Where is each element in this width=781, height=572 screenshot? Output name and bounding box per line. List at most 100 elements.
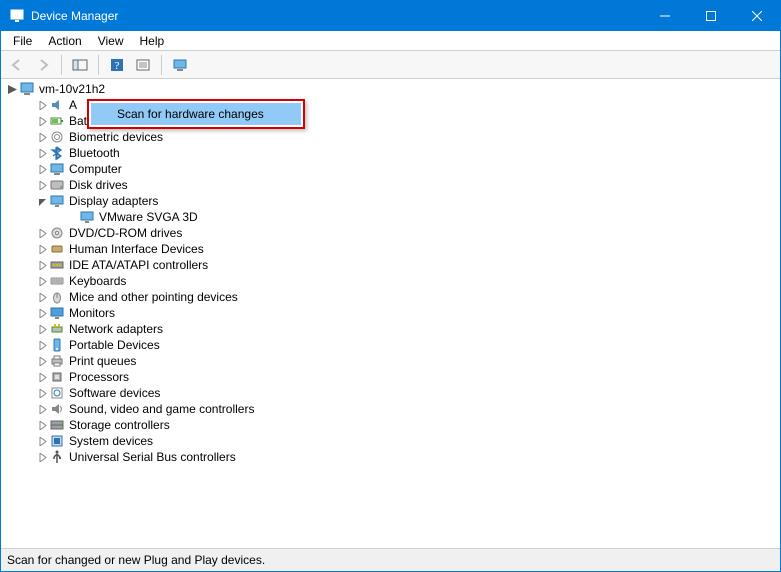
minimize-button[interactable]	[642, 1, 688, 31]
help-button[interactable]: ?	[105, 53, 129, 77]
menu-help[interactable]: Help	[132, 32, 173, 50]
tree-item-label: Human Interface Devices	[69, 242, 204, 256]
monitor-icon	[49, 305, 65, 321]
ide-icon	[49, 257, 65, 273]
tree-item[interactable]: Portable Devices	[21, 337, 780, 353]
keyboard-icon	[49, 273, 65, 289]
tree-item-label: System devices	[69, 434, 153, 448]
tree-root-label: vm-10v21h2	[39, 82, 105, 96]
tree-item-label: Storage controllers	[69, 418, 170, 432]
tree-item-label: Keyboards	[69, 274, 126, 288]
tree-item[interactable]: Human Interface Devices	[21, 241, 780, 257]
expander-closed-icon[interactable]	[35, 338, 49, 352]
scan-hardware-button[interactable]	[168, 53, 192, 77]
tree-item-label: Print queues	[69, 354, 136, 368]
toolbar-separator	[61, 55, 62, 75]
expander-closed-icon[interactable]	[35, 242, 49, 256]
close-button[interactable]	[734, 1, 780, 31]
show-hide-console-tree-button[interactable]	[68, 53, 92, 77]
maximize-button[interactable]	[688, 1, 734, 31]
tree-item[interactable]: Monitors	[21, 305, 780, 321]
device-tree-panel[interactable]: vm-10v21h2 Scan for hardware changes ABa…	[1, 79, 780, 549]
expander-none	[65, 210, 79, 224]
disk-icon	[49, 177, 65, 193]
menu-action[interactable]: Action	[40, 32, 89, 50]
properties-button[interactable]	[131, 53, 155, 77]
hid-icon	[49, 241, 65, 257]
tree-item-label: VMware SVGA 3D	[99, 210, 198, 224]
menu-view[interactable]: View	[90, 32, 132, 50]
tree-item-label: Network adapters	[69, 322, 163, 336]
tree-item[interactable]: Bluetooth	[21, 145, 780, 161]
menu-file[interactable]: File	[5, 32, 40, 50]
software-icon	[49, 385, 65, 401]
tree-item[interactable]: Disk drives	[21, 177, 780, 193]
tree-item[interactable]: VMware SVGA 3D	[37, 209, 780, 225]
tree-item[interactable]: DVD/CD-ROM drives	[21, 225, 780, 241]
tree-item[interactable]: Universal Serial Bus controllers	[21, 449, 780, 465]
network-icon	[49, 321, 65, 337]
tree-item[interactable]: Software devices	[21, 385, 780, 401]
display-icon	[49, 193, 65, 209]
expander-closed-icon[interactable]	[35, 354, 49, 368]
system-icon	[49, 433, 65, 449]
tree-item[interactable]: System devices	[21, 433, 780, 449]
expander-closed-icon[interactable]	[35, 274, 49, 288]
tree-item-label: Display adapters	[69, 194, 158, 208]
tree-item-label: Portable Devices	[69, 338, 160, 352]
expander-closed-icon[interactable]	[35, 418, 49, 432]
tree-root-node[interactable]: vm-10v21h2	[5, 81, 780, 97]
tree-item[interactable]: Processors	[21, 369, 780, 385]
expander-closed-icon[interactable]	[35, 258, 49, 272]
tree-item-label: Software devices	[69, 386, 160, 400]
tree-item-label: DVD/CD-ROM drives	[69, 226, 182, 240]
computer-root-icon	[19, 81, 35, 97]
battery-icon	[49, 113, 65, 129]
context-menu-scan-hardware[interactable]: Scan for hardware changes	[91, 103, 301, 125]
expander-closed-icon[interactable]	[35, 386, 49, 400]
tree-item[interactable]: Computer	[21, 161, 780, 177]
portable-icon	[49, 337, 65, 353]
toolbar: ?	[1, 51, 780, 79]
back-button[interactable]	[5, 53, 29, 77]
statusbar-text: Scan for changed or new Plug and Play de…	[7, 553, 265, 567]
tree-item-label: Computer	[69, 162, 122, 176]
expander-closed-icon[interactable]	[35, 402, 49, 416]
expander-closed-icon[interactable]	[35, 226, 49, 240]
expander-closed-icon[interactable]	[35, 370, 49, 384]
expander-closed-icon[interactable]	[35, 178, 49, 192]
tree-item[interactable]: Mice and other pointing devices	[21, 289, 780, 305]
tree-item[interactable]: Storage controllers	[21, 417, 780, 433]
computer-icon	[49, 161, 65, 177]
cdrom-icon	[49, 225, 65, 241]
expander-closed-icon[interactable]	[35, 322, 49, 336]
display-icon	[79, 209, 95, 225]
expander-icon[interactable]	[5, 82, 19, 96]
tree-item[interactable]: Biometric devices	[21, 129, 780, 145]
expander-closed-icon[interactable]	[35, 114, 49, 128]
tree-item-label: Bluetooth	[69, 146, 120, 160]
expander-closed-icon[interactable]	[35, 306, 49, 320]
biometric-icon	[49, 129, 65, 145]
tree-item[interactable]: Sound, video and game controllers	[21, 401, 780, 417]
tree-item-label: Universal Serial Bus controllers	[69, 450, 236, 464]
expander-closed-icon[interactable]	[35, 162, 49, 176]
tree-item[interactable]: Print queues	[21, 353, 780, 369]
tree-item[interactable]: IDE ATA/ATAPI controllers	[21, 257, 780, 273]
expander-open-icon[interactable]	[35, 194, 49, 208]
tree-item[interactable]: Network adapters	[21, 321, 780, 337]
toolbar-separator	[161, 55, 162, 75]
expander-closed-icon[interactable]	[35, 290, 49, 304]
context-menu: Scan for hardware changes	[87, 99, 305, 129]
expander-closed-icon[interactable]	[35, 98, 49, 112]
tree-item-label: Sound, video and game controllers	[69, 402, 254, 416]
expander-closed-icon[interactable]	[35, 450, 49, 464]
tree-item[interactable]: Display adapters	[21, 193, 780, 209]
expander-closed-icon[interactable]	[35, 146, 49, 160]
forward-button[interactable]	[31, 53, 55, 77]
tree-item[interactable]: Keyboards	[21, 273, 780, 289]
printer-icon	[49, 353, 65, 369]
expander-closed-icon[interactable]	[35, 434, 49, 448]
tree-item-label: Biometric devices	[69, 130, 163, 144]
expander-closed-icon[interactable]	[35, 130, 49, 144]
